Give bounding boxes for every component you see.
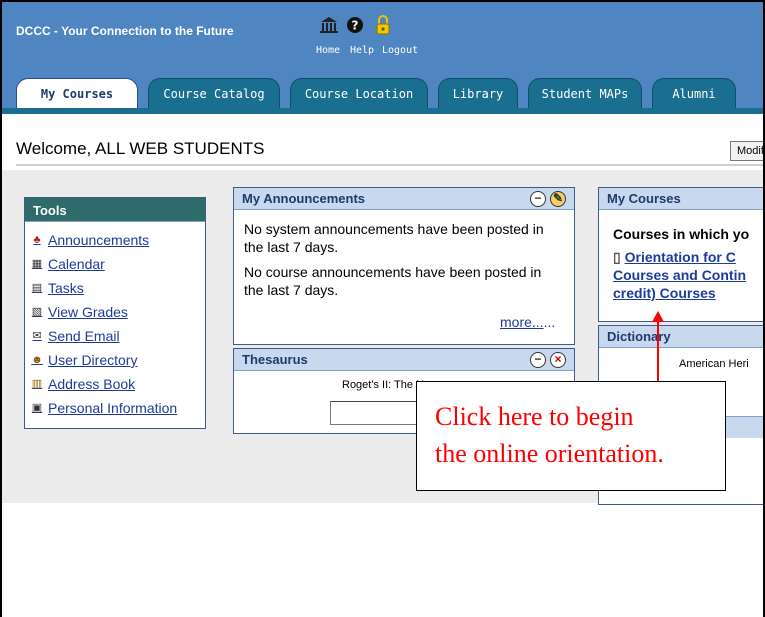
callout-line-2: the online orientation. — [435, 439, 664, 468]
orientation-course-link[interactable]: ▯ Orientation for C Courses and Contin c… — [613, 248, 746, 302]
tool-user-directory[interactable]: ☻ User Directory — [31, 352, 137, 368]
callout-line-1: Click here to begin — [435, 402, 634, 431]
calendar-icon: ▦ — [31, 258, 43, 270]
personal-info-icon: ▣ — [31, 402, 43, 414]
tool-label: User Directory — [48, 352, 138, 368]
announcements-title: My Announcements − ✎ — [234, 188, 574, 210]
tab-my-courses[interactable]: My Courses — [16, 78, 138, 108]
tab-student-maps[interactable]: Student MAPs — [528, 78, 642, 108]
home-link[interactable]: Home — [316, 45, 340, 56]
thesaurus-title: Thesaurus − × — [234, 349, 574, 371]
orientation-callout: Click here to begin the online orientati… — [416, 381, 726, 491]
my-courses-title: My Courses — [599, 188, 763, 210]
tool-label: Calendar — [48, 256, 105, 272]
site-title: DCCC - Your Connection to the Future — [16, 24, 234, 38]
book-icon: ▯ — [613, 249, 621, 265]
tool-announcements[interactable]: ♣ Announcements — [31, 232, 149, 248]
logout-link[interactable]: Logout — [382, 45, 418, 56]
more-link[interactable]: more... — [500, 314, 544, 330]
divider — [16, 164, 763, 166]
tool-view-grades[interactable]: ▧ View Grades — [31, 304, 128, 320]
browser-frame: DCCC - Your Connection to the Future ? H… — [0, 0, 765, 617]
tool-send-email[interactable]: ✉ Send Email — [31, 328, 120, 344]
svg-text:?: ? — [352, 19, 359, 33]
tab-course-location[interactable]: Course Location — [290, 78, 428, 108]
tools-panel: Tools ♣ Announcements ▦ Calendar ▤ Tasks… — [24, 197, 206, 429]
modify-button[interactable]: Modif — [730, 141, 763, 161]
tool-label: Address Book — [48, 376, 136, 392]
tool-label: Send Email — [48, 328, 120, 344]
tool-personal-information[interactable]: ▣ Personal Information — [31, 400, 177, 416]
system-announcements-text: No system announcements have been posted… — [244, 221, 544, 255]
courses-subheading: Courses in which yo — [613, 226, 750, 242]
tasks-icon: ▤ — [31, 282, 43, 294]
tools-title: Tools — [25, 198, 205, 222]
building-icon[interactable] — [318, 16, 340, 34]
dictionary-source: American Heri — [679, 358, 749, 370]
tool-label: View Grades — [48, 304, 128, 320]
tool-label: Announcements — [48, 232, 150, 248]
my-courses-panel: My Courses Courses in which yo ▯ Orienta… — [598, 187, 763, 322]
tool-label: Personal Information — [48, 400, 178, 416]
callout-text: Click here to begin the online orientati… — [435, 398, 725, 472]
tool-address-book[interactable]: ▥ Address Book — [31, 376, 135, 392]
grades-icon: ▧ — [31, 306, 43, 318]
tab-library[interactable]: Library — [438, 78, 518, 108]
close-icon[interactable]: × — [550, 352, 566, 368]
lock-icon[interactable] — [372, 15, 394, 35]
announcements-panel: My Announcements − ✎ No system announcem… — [233, 187, 575, 345]
more-dots: ... — [543, 314, 556, 330]
welcome-heading: Welcome, ALL WEB STUDENTS — [16, 139, 265, 158]
minimize-icon[interactable]: − — [530, 191, 546, 207]
course-announcements-text: No course announcements have been posted… — [244, 264, 542, 298]
tab-bar: My Courses Course Catalog Course Locatio… — [2, 78, 763, 108]
arrow-line — [657, 320, 659, 382]
announcements-title-text: My Announcements — [242, 191, 366, 206]
dictionary-title: Dictionary — [599, 326, 763, 348]
tool-calendar[interactable]: ▦ Calendar — [31, 256, 105, 272]
tool-label: Tasks — [48, 280, 84, 296]
tab-alumni[interactable]: Alumni — [652, 78, 736, 108]
edit-icon[interactable]: ✎ — [550, 191, 566, 207]
more-link-wrap: more...... — [500, 314, 555, 330]
thesaurus-title-text: Thesaurus — [242, 352, 308, 367]
announcement-icon: ♣ — [33, 234, 41, 246]
course-line-2: Courses and Contin — [613, 267, 747, 283]
help-link[interactable]: Help — [350, 45, 374, 56]
tab-course-catalog[interactable]: Course Catalog — [148, 78, 280, 108]
minimize-icon[interactable]: − — [530, 352, 546, 368]
course-line-1: Orientation for C — [624, 249, 736, 265]
address-book-icon: ▥ — [31, 378, 43, 390]
tab-bar-underline — [2, 108, 763, 114]
email-icon: ✉ — [32, 330, 42, 342]
tool-tasks[interactable]: ▤ Tasks — [31, 280, 84, 296]
user-directory-icon: ☻ — [31, 354, 43, 366]
help-icon[interactable]: ? — [344, 16, 366, 34]
course-line-3: credit) Courses — [613, 285, 716, 301]
